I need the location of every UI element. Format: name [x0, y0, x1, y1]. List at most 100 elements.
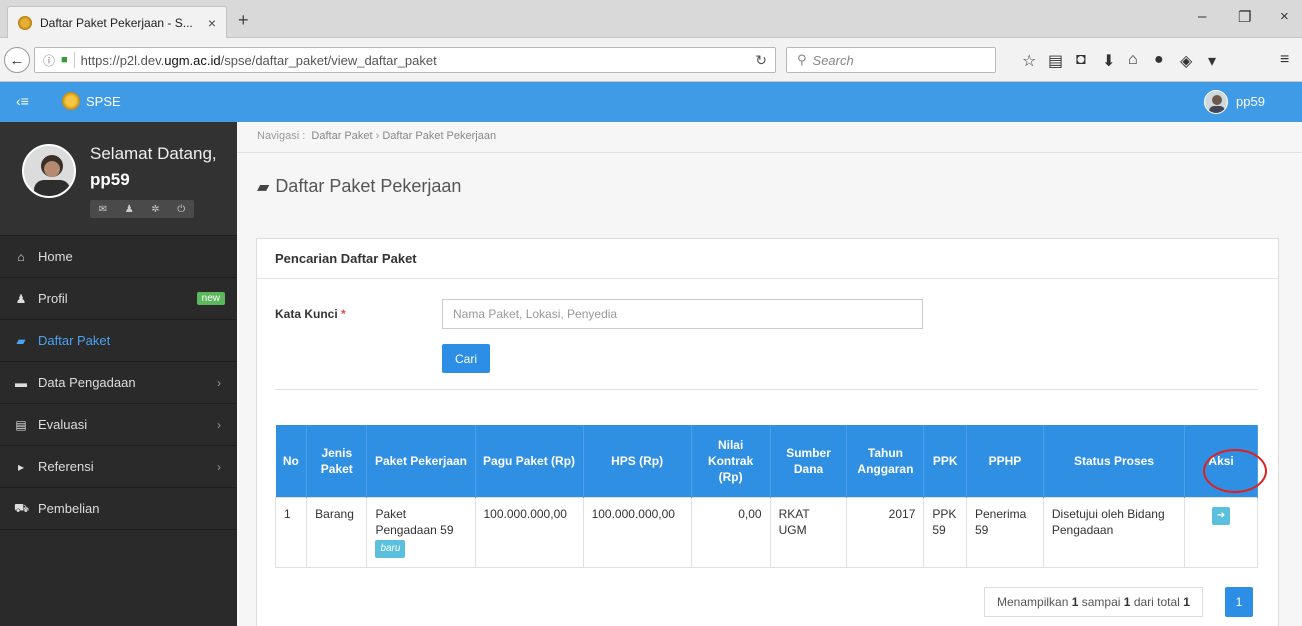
book-icon: ▰: [257, 178, 270, 196]
sidebar-item-label: Data Pengadaan: [38, 375, 136, 390]
table-row: 1 Barang Paket Pengadaan 59 baru 100.000.000…: [274, 496, 1258, 568]
sidebar-item-data-pengadaan[interactable]: ▬ Data Pengadaan ›: [0, 362, 237, 404]
column-header: PPHP: [966, 425, 1044, 497]
pagination-mid1: sampai: [1081, 595, 1121, 609]
detail-action-button[interactable]: ➜: [1212, 506, 1231, 525]
tab-close-icon[interactable]: ×: [208, 15, 216, 31]
user-icon[interactable]: ♟: [125, 204, 134, 215]
new-badge: new: [196, 292, 225, 305]
extension-icon[interactable]: ◈: [1180, 51, 1192, 71]
column-header: Paket Pekerjaan: [366, 425, 476, 497]
cell-text[interactable]: Paket Pengadaan 59: [375, 506, 466, 538]
reload-icon[interactable]: ↻: [755, 52, 767, 69]
search-button[interactable]: Cari: [442, 344, 490, 373]
sidebar-item-evaluasi[interactable]: ▤ Evaluasi ›: [0, 404, 237, 446]
cell-status: Disetujui oleh Bidang Pengadaan: [1042, 496, 1186, 568]
table-body: 1 Barang Paket Pengadaan 59 baru 100.000.000…: [274, 496, 1258, 568]
sidebar-item-label: Profil: [38, 291, 68, 306]
cell-sumber: RKAT UGM: [769, 496, 848, 568]
column-header: Tahun Anggaran: [846, 425, 925, 497]
cell-text: 1: [284, 506, 291, 521]
search-panel: Pencarian Daftar Paket Kata Kunci * Cari…: [256, 238, 1279, 626]
cell-no: 1: [274, 496, 308, 568]
info-icon[interactable]: ⓘ: [43, 52, 55, 69]
sidebar-item-home[interactable]: ⌂ Home: [0, 236, 237, 278]
required-mark: *: [341, 307, 346, 321]
browser-tab-bar: Daftar Paket Pekerjaan - S... × + – ❐ ×: [0, 0, 1302, 38]
breadcrumb: Navigasi : Daftar Paket › Daftar Paket P…: [257, 130, 496, 142]
book-icon: ▰: [16, 333, 26, 348]
cell-pphp: Penerima 59: [965, 496, 1044, 568]
breadcrumb-item-daftar-paket[interactable]: Daftar Paket: [311, 130, 372, 142]
window-close-icon[interactable]: ×: [1280, 8, 1289, 25]
breadcrumb-separator: ›: [375, 130, 380, 142]
download-icon[interactable]: ⬇: [1102, 51, 1115, 71]
sidebar-item-profil[interactable]: ♟ Profil new: [0, 278, 237, 320]
column-header: Pagu Paket (Rp): [475, 425, 584, 497]
package-table: No Jenis Paket Paket Pekerjaan Pagu Paket (…: [274, 425, 1258, 568]
sidebar-toggle-icon[interactable]: ‹≡: [16, 93, 29, 109]
sidebar-item-referensi[interactable]: ▸ Referensi ›: [0, 446, 237, 488]
cart-icon: ⛟: [14, 500, 30, 515]
minimize-icon[interactable]: –: [1198, 8, 1206, 25]
pagination-mid2: dari total: [1133, 595, 1180, 609]
column-header: Status Proses: [1043, 425, 1186, 497]
spse-logo-icon: [62, 92, 80, 110]
pocket-icon[interactable]: ◘: [1076, 51, 1086, 69]
new-tab-button[interactable]: +: [238, 10, 249, 31]
pagination-prefix: Menampilkan: [997, 595, 1069, 609]
cell-text: PPK 59: [932, 506, 957, 537]
keyword-input[interactable]: [442, 299, 923, 329]
maximize-icon[interactable]: ❐: [1238, 8, 1251, 26]
baru-badge: baru: [375, 539, 406, 558]
cell-aksi: ➜: [1184, 496, 1258, 568]
user-icon: ♟: [15, 291, 27, 306]
avatar: [22, 144, 76, 198]
panel-divider: [275, 389, 1258, 390]
dropdown-icon[interactable]: ▾: [1208, 51, 1216, 71]
panel-title: Pencarian Daftar Paket: [257, 239, 1278, 279]
envelope-icon[interactable]: ✉: [99, 204, 107, 215]
sidebar-item-pembelian[interactable]: ⛟ Pembelian: [0, 488, 237, 530]
page-title: ▰ Daftar Paket Pekerjaan: [257, 176, 461, 197]
chat-icon[interactable]: ●: [1154, 51, 1164, 69]
power-icon[interactable]: ⏻: [177, 204, 185, 215]
app-brand[interactable]: SPSE: [86, 94, 121, 109]
caret-right-icon: ▸: [17, 459, 25, 474]
page-title-text: Daftar Paket Pekerjaan: [275, 176, 462, 196]
cell-jenis: Barang: [306, 496, 368, 568]
home-browser-icon[interactable]: ⌂: [1128, 51, 1138, 69]
url-path: /spse/daftar_paket/view_daftar_paket: [220, 52, 437, 68]
browser-search-input[interactable]: ⚲ Search: [786, 47, 996, 73]
header-username[interactable]: pp59: [1236, 94, 1265, 109]
sidebar-menu: ⌂ Home ♟ Profil new ▰ Daftar Paket ▬ Data Pengad…: [0, 236, 237, 530]
url-bar[interactable]: ⓘ ■ https://p2l.dev. ugm.ac.id/spse/dafta…: [34, 47, 776, 73]
hamburger-menu-icon[interactable]: ≡: [1280, 51, 1289, 69]
cell-text: Penerima 59: [974, 506, 1027, 537]
cell-pagu: 100.000.000,00: [474, 496, 584, 568]
page-button-1[interactable]: 1: [1225, 587, 1253, 617]
user-avatar-small[interactable]: [1204, 90, 1228, 114]
cell-text: Disetujui oleh Bidang Pengadaan: [1051, 506, 1165, 537]
reading-list-icon[interactable]: ▤: [1048, 51, 1063, 71]
browser-nav-bar: ← ⓘ ■ https://p2l.dev. ugm.ac.id/spse/daf…: [0, 38, 1302, 82]
gear-icon[interactable]: ✲: [151, 204, 159, 215]
column-header: HPS (Rp): [583, 425, 692, 497]
pagination-to: 1: [1123, 595, 1131, 609]
cell-tahun: 2017: [846, 496, 925, 568]
breadcrumb-divider: [237, 152, 1302, 153]
cell-text: 100.000.000,00: [483, 506, 567, 521]
sidebar-user-panel: Selamat Datang, pp59 ✉ ♟ ✲ ⏻: [0, 122, 237, 236]
back-button[interactable]: ←: [4, 47, 30, 73]
column-header: No: [275, 425, 308, 497]
keyword-label: Kata Kunci *: [275, 307, 346, 321]
sidebar-item-label: Referensi: [38, 459, 94, 474]
sidebar-item-daftar-paket[interactable]: ▰ Daftar Paket: [0, 320, 237, 362]
search-placeholder: Search: [812, 52, 854, 68]
bookmark-star-icon[interactable]: ☆: [1022, 51, 1036, 71]
sidebar: Selamat Datang, pp59 ✉ ♟ ✲ ⏻ ⌂ Home ♟ Profi…: [0, 122, 237, 626]
sidebar-item-label: Daftar Paket: [38, 333, 111, 348]
app-header: ‹≡ SPSE pp59: [0, 82, 1302, 122]
browser-tab[interactable]: Daftar Paket Pekerjaan - S... ×: [7, 6, 227, 38]
breadcrumb-prefix: Navigasi :: [257, 130, 306, 142]
